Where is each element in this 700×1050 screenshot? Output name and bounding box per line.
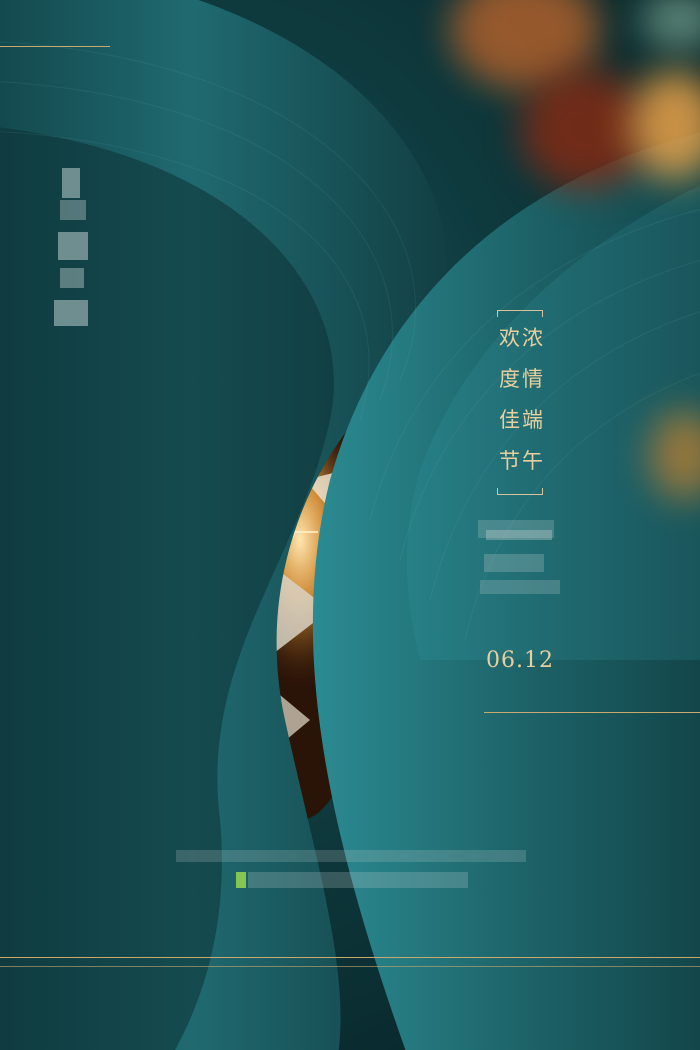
headline-row: 节午 [499, 449, 545, 473]
event-date: 06.12 [486, 648, 554, 673]
headline-bottom-frame [497, 488, 543, 495]
bottom-gold-line [0, 957, 700, 958]
headline-top-frame [497, 310, 543, 317]
headline-row: 欢浓 [499, 326, 545, 350]
dragon-boat-poster: 欢浓 度情 佳端 节午 06.12 [0, 0, 700, 1050]
headline-row: 度情 [499, 367, 545, 391]
date-divider-line [484, 712, 700, 713]
headline-row: 佳端 [499, 408, 545, 432]
bottom-gold-line-secondary [0, 966, 700, 967]
headline-vertical: 欢浓 度情 佳端 节午 [496, 318, 548, 482]
top-left-gold-line [0, 46, 110, 47]
